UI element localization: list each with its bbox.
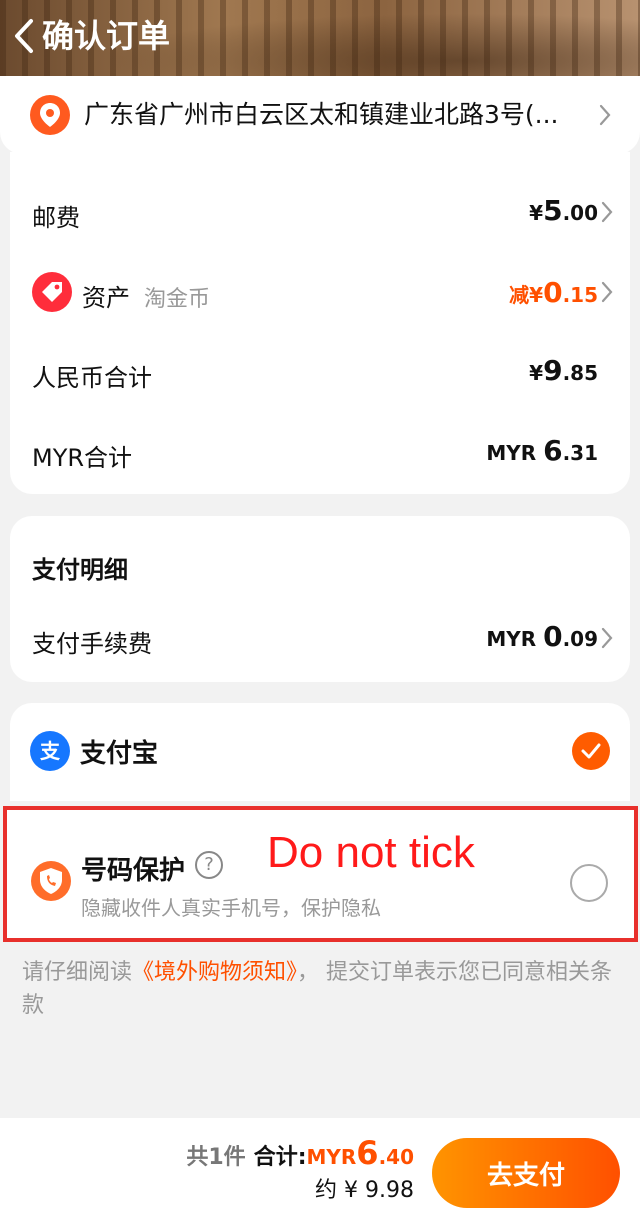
rmb-total-amount: ¥9.85 bbox=[529, 354, 598, 387]
svg-text:支: 支 bbox=[40, 739, 61, 763]
rmb-total-label: 人民币合计 bbox=[32, 364, 152, 392]
phone-shield-icon bbox=[31, 861, 71, 901]
assets-label: 资产 淘金币 bbox=[82, 284, 211, 312]
annotation-text: Do not tick bbox=[267, 828, 475, 877]
page-title: 确认订单 bbox=[42, 17, 171, 55]
number-protection-title: 号码保护 bbox=[81, 856, 186, 886]
payment-method-alipay[interactable]: 支 支付宝 bbox=[10, 703, 630, 801]
terms-notice: 请仔细阅读《境外购物须知》， 提交订单表示您已同意相关条款 bbox=[22, 960, 613, 1018]
overseas-shopping-notice-link[interactable]: 《境外购物须知》 bbox=[132, 960, 297, 985]
payment-details-card: 支付明细 支付手续费 MYR 0.09 bbox=[10, 516, 630, 682]
item-count: 共1件 bbox=[186, 1145, 246, 1170]
shipping-amount[interactable]: ¥5.00 bbox=[529, 194, 598, 227]
address-text: 广东省广州市白云区太和镇建业北路3号(... bbox=[84, 100, 559, 129]
order-total: 共1件 合计:MYR6.40 bbox=[186, 1134, 414, 1172]
alipay-icon: 支 bbox=[30, 731, 70, 771]
chevron-left-icon bbox=[15, 19, 33, 53]
myr-total-amount: MYR 6.31 bbox=[486, 434, 598, 467]
myr-total-label: MYR合计 bbox=[32, 444, 133, 472]
number-protection-checkbox[interactable] bbox=[570, 864, 608, 902]
help-icon[interactable]: ? bbox=[195, 851, 223, 879]
number-protection-subtitle: 隐藏收件人真实手机号，保护隐私 bbox=[81, 896, 381, 920]
coupon-tag-icon bbox=[32, 272, 72, 312]
payment-fee-amount[interactable]: MYR 0.09 bbox=[486, 620, 598, 653]
header: 确认订单 bbox=[0, 0, 640, 76]
shipping-label: 邮费 bbox=[32, 204, 80, 232]
payment-fee-label: 支付手续费 bbox=[32, 630, 152, 658]
location-pin-icon bbox=[30, 95, 70, 135]
bottom-bar: 共1件 合计:MYR6.40 约 ¥ 9.98 去支付 bbox=[0, 1118, 640, 1210]
number-protection-option[interactable]: 号码保护 ? 隐藏收件人真实手机号，保护隐私 Do not tick bbox=[3, 806, 638, 942]
alipay-label: 支付宝 bbox=[80, 739, 159, 769]
chevron-right-icon[interactable] bbox=[600, 280, 614, 304]
alipay-selected-checkbox[interactable] bbox=[572, 732, 610, 770]
approx-rmb-total: 约 ¥ 9.98 bbox=[315, 1178, 414, 1203]
back-button[interactable] bbox=[6, 14, 42, 58]
chevron-right-icon[interactable] bbox=[600, 200, 614, 224]
assets-sublabel: 淘金币 bbox=[144, 287, 211, 312]
check-icon bbox=[581, 743, 601, 759]
assets-discount[interactable]: 减¥0.15 bbox=[509, 276, 598, 309]
pay-button[interactable]: 去支付 bbox=[432, 1138, 620, 1208]
chevron-right-icon[interactable] bbox=[600, 626, 614, 650]
fees-card: 邮费 ¥5.00 资产 淘金币 减¥0.15 人民币合计 ¥9.85 MYR合计 … bbox=[10, 152, 630, 494]
payment-details-title: 支付明细 bbox=[32, 556, 128, 584]
chevron-right-icon bbox=[599, 104, 611, 126]
address-bar[interactable]: 广东省广州市白云区太和镇建业北路3号(... bbox=[0, 76, 640, 154]
